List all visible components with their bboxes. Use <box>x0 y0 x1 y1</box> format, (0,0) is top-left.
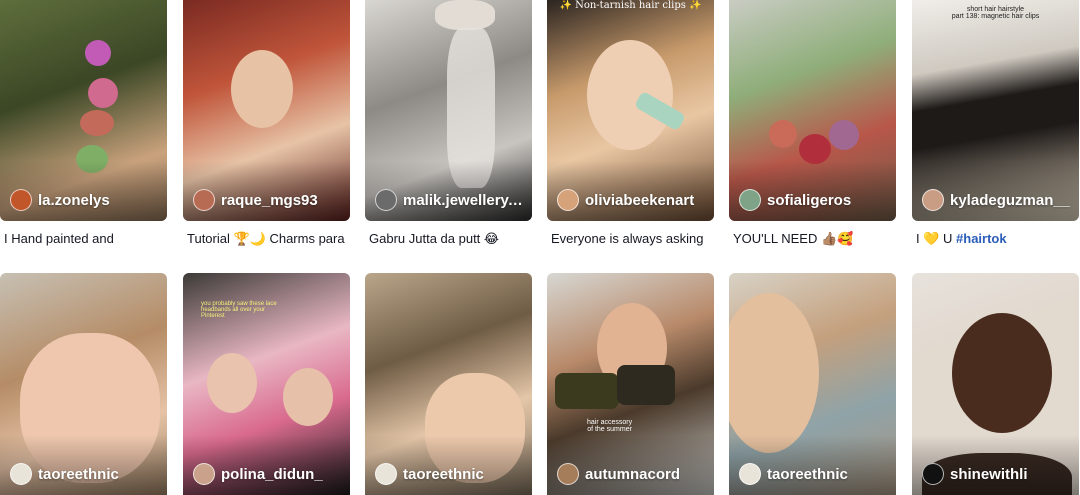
video-card[interactable]: la.zonelys I Hand painted and <box>0 0 167 246</box>
video-thumbnail[interactable]: you probably saw these lace headbands al… <box>183 273 350 495</box>
video-thumbnail[interactable]: short hair hairstyle part 138: magnetic … <box>912 0 1079 221</box>
username: oliviabeekenart <box>585 191 695 209</box>
overlay-caption: hair accessory of the summer <box>587 419 633 433</box>
author[interactable]: kyladeguzman__ <box>922 189 1071 211</box>
username: taoreethnic <box>403 465 484 483</box>
author[interactable]: taoreethnic <box>739 463 888 485</box>
author[interactable]: taoreethnic <box>10 463 159 485</box>
face-shape <box>283 368 333 426</box>
clip-shape <box>555 373 619 409</box>
face-shape <box>729 293 819 453</box>
clip-shape <box>617 365 675 405</box>
avatar <box>10 463 32 485</box>
video-thumbnail[interactable]: taoreethnic <box>729 273 896 495</box>
video-card[interactable]: taoreethnic <box>365 273 532 495</box>
video-caption[interactable]: Tutorial 🏆🌙 Charms para <box>187 231 357 247</box>
video-thumbnail[interactable]: la.zonelys <box>0 0 167 221</box>
avatar <box>557 189 579 211</box>
overlay-title: short hair hairstyle part 138: magnetic … <box>951 6 1040 20</box>
avatar <box>10 189 32 211</box>
video-card[interactable]: raque_mgs93 Tutorial 🏆🌙 Charms para <box>183 0 350 246</box>
face-shape <box>587 40 673 150</box>
video-caption[interactable]: Gabru Jutta da putt 😂 <box>369 231 539 247</box>
author[interactable]: malik.jewellery.... <box>375 189 524 211</box>
video-thumbnail[interactable]: malik.jewellery.... <box>365 0 532 221</box>
username: shinewithli <box>950 465 1028 483</box>
avatar <box>739 189 761 211</box>
bow-decoration <box>435 0 495 30</box>
video-caption[interactable]: Everyone is always asking <box>551 231 721 246</box>
overlay-title: ✨ Non-tarnish hair clips ✨ <box>559 0 702 11</box>
video-caption[interactable]: YOU'LL NEED 👍🏽🥰 <box>733 231 903 247</box>
video-card[interactable]: taoreethnic <box>0 273 167 495</box>
video-card[interactable]: short hair hairstyle part 138: magnetic … <box>912 0 1079 246</box>
avatar <box>739 463 761 485</box>
video-thumbnail[interactable]: shinewithli <box>912 273 1079 495</box>
username: polina_didun_ <box>221 465 323 483</box>
video-thumbnail[interactable]: taoreethnic <box>365 273 532 495</box>
yarn-ball <box>799 134 831 164</box>
video-thumbnail[interactable]: raque_mgs93 <box>183 0 350 221</box>
author[interactable]: polina_didun_ <box>193 463 342 485</box>
video-caption[interactable]: I Hand painted and <box>4 231 174 246</box>
username: taoreethnic <box>767 465 848 483</box>
face-shape <box>231 50 293 128</box>
video-card[interactable]: malik.jewellery.... Gabru Jutta da putt … <box>365 0 532 246</box>
author[interactable]: autumnacord <box>557 463 706 485</box>
video-card[interactable]: ✨ Non-tarnish hair clips ✨ oliviabeekena… <box>547 0 714 246</box>
video-card[interactable]: hair accessory of the summer autumnacord <box>547 273 714 495</box>
video-caption[interactable]: I 💛 U #hairtok <box>916 231 1080 247</box>
avatar <box>557 463 579 485</box>
overlay-caption: you probably saw these lace headbands al… <box>201 301 277 319</box>
username: autumnacord <box>585 465 681 483</box>
avatar <box>375 463 397 485</box>
video-card[interactable]: sofialigeros YOU'LL NEED 👍🏽🥰 <box>729 0 896 246</box>
avatar <box>193 189 215 211</box>
author[interactable]: shinewithli <box>922 463 1071 485</box>
author[interactable]: raque_mgs93 <box>193 189 342 211</box>
video-grid: la.zonelys I Hand painted and raque_mgs9… <box>0 0 1080 495</box>
video-card[interactable]: you probably saw these lace headbands al… <box>183 273 350 495</box>
video-thumbnail[interactable]: ✨ Non-tarnish hair clips ✨ oliviabeekena… <box>547 0 714 221</box>
yarn-ball <box>829 120 859 150</box>
username: raque_mgs93 <box>221 191 318 209</box>
flower-decoration <box>85 40 111 66</box>
face-shape <box>207 353 257 413</box>
video-card[interactable]: shinewithli <box>912 273 1079 495</box>
author[interactable]: la.zonelys <box>10 189 159 211</box>
author[interactable]: oliviabeekenart <box>557 189 706 211</box>
caption-text: I 💛 U <box>916 231 957 246</box>
video-thumbnail[interactable]: hair accessory of the summer autumnacord <box>547 273 714 495</box>
video-thumbnail[interactable]: taoreethnic <box>0 273 167 495</box>
username: sofialigeros <box>767 191 852 209</box>
avatar <box>193 463 215 485</box>
flower-decoration <box>88 78 118 108</box>
avatar <box>375 189 397 211</box>
avatar <box>922 463 944 485</box>
hashtag-link[interactable]: #hairtok <box>956 231 1007 246</box>
video-thumbnail[interactable]: sofialigeros <box>729 0 896 221</box>
flower-decoration <box>80 110 114 136</box>
avatar <box>922 189 944 211</box>
hair-bun-shape <box>952 313 1052 433</box>
username: malik.jewellery.... <box>403 191 524 209</box>
video-card[interactable]: taoreethnic <box>729 273 896 495</box>
author[interactable]: sofialigeros <box>739 189 888 211</box>
username: la.zonelys <box>38 191 110 209</box>
yarn-ball <box>769 120 797 148</box>
author[interactable]: taoreethnic <box>375 463 524 485</box>
username: taoreethnic <box>38 465 119 483</box>
username: kyladeguzman__ <box>950 191 1071 209</box>
